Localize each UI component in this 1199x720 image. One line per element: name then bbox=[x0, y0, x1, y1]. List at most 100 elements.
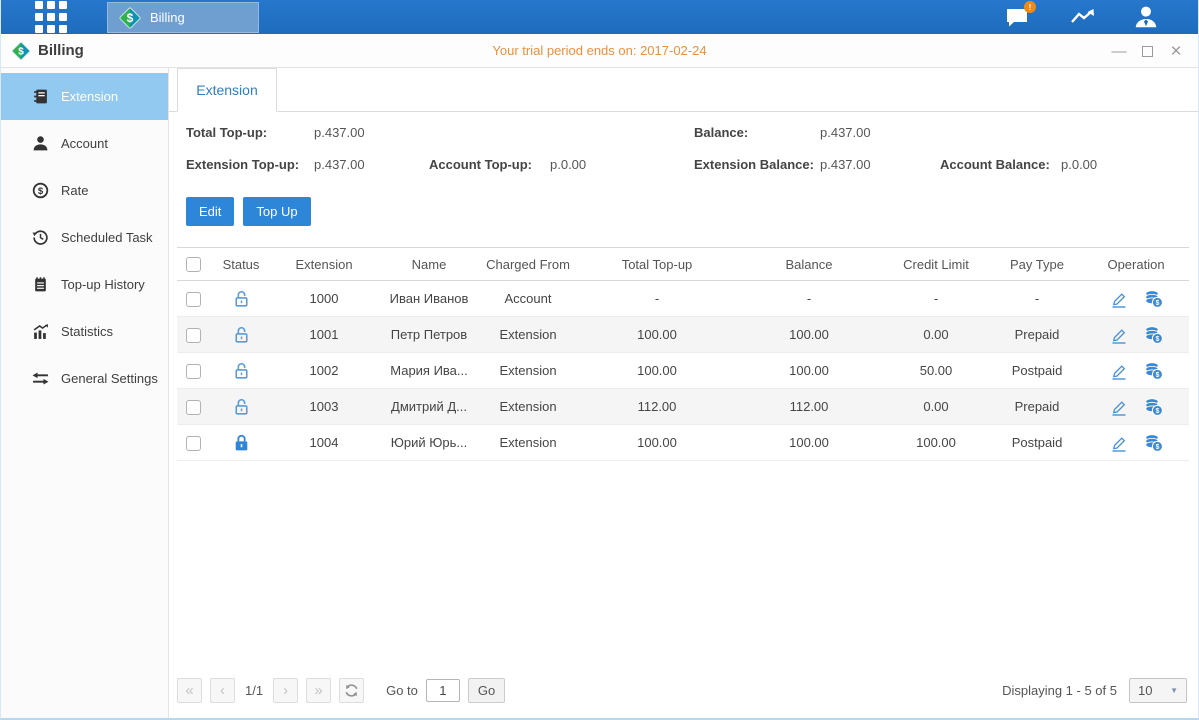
cell-balance: 100.00 bbox=[737, 317, 881, 353]
top-up-row-icon[interactable]: $ bbox=[1144, 325, 1163, 344]
row-checkbox[interactable] bbox=[186, 436, 201, 451]
top-up-row-icon[interactable]: $ bbox=[1144, 361, 1163, 380]
tab-extension[interactable]: Extension bbox=[177, 68, 277, 112]
row-checkbox[interactable] bbox=[186, 364, 201, 379]
pagination-bar: « ‹ 1/1 › » Go to Go bbox=[177, 667, 1187, 713]
sidebar-item-top-up-history[interactable]: Top-up History bbox=[1, 261, 168, 308]
displaying-info: Displaying 1 - 5 of 5 bbox=[1002, 683, 1117, 698]
maximize-button[interactable] bbox=[1142, 46, 1153, 57]
sidebar-item-label: Top-up History bbox=[61, 277, 145, 292]
cell-charged-from: Account bbox=[479, 281, 577, 317]
refresh-button[interactable] bbox=[339, 678, 364, 703]
edit-row-icon[interactable] bbox=[1109, 325, 1128, 345]
sidebar: Extension Account $ Rate bbox=[1, 68, 169, 718]
page-size-select[interactable]: 10 ▼ bbox=[1129, 678, 1187, 703]
dollar-circle-icon: $ bbox=[31, 182, 49, 199]
cell-charged-from: Extension bbox=[479, 353, 577, 389]
edit-row-icon[interactable] bbox=[1109, 397, 1128, 417]
notification-badge: ! bbox=[1024, 1, 1036, 13]
cell-credit-limit: 50.00 bbox=[881, 353, 991, 389]
window-titlebar: Your trial period ends on: 2017-02-24 $ … bbox=[1, 34, 1198, 68]
top-up-row-icon[interactable]: $ bbox=[1144, 433, 1163, 452]
lock-status-icon[interactable] bbox=[232, 362, 251, 377]
billing-diamond-icon: $ bbox=[119, 7, 141, 29]
sidebar-item-scheduled-task[interactable]: Scheduled Task bbox=[1, 214, 168, 261]
user-icon[interactable] bbox=[1132, 4, 1160, 30]
top-up-button[interactable]: Top Up bbox=[243, 197, 310, 226]
row-checkbox[interactable] bbox=[186, 292, 201, 307]
extension-top-up-label: Extension Top-up: bbox=[186, 157, 314, 172]
edit-button[interactable]: Edit bbox=[186, 197, 234, 226]
go-button[interactable]: Go bbox=[468, 678, 505, 703]
col-operation: Operation bbox=[1083, 248, 1189, 281]
extension-balance-value: p.437.00 bbox=[820, 157, 940, 172]
cell-name: Юрий Юрь... bbox=[379, 425, 479, 461]
svg-text:$: $ bbox=[1155, 408, 1159, 415]
last-page-button[interactable]: » bbox=[306, 678, 331, 703]
cell-name: Дмитрий Д... bbox=[379, 389, 479, 425]
cell-balance: 100.00 bbox=[737, 425, 881, 461]
sidebar-item-rate[interactable]: $ Rate bbox=[1, 167, 168, 214]
top-up-row-icon[interactable]: $ bbox=[1144, 397, 1163, 416]
table-row: 1004 Юрий Юрь... Extension 100.00 100.00… bbox=[177, 425, 1189, 461]
sidebar-item-label: Account bbox=[61, 136, 108, 151]
window-title-group: $ Billing bbox=[10, 40, 84, 62]
lock-status-icon[interactable] bbox=[232, 290, 251, 305]
first-page-button[interactable]: « bbox=[177, 678, 202, 703]
sidebar-item-extension[interactable]: Extension bbox=[1, 73, 168, 120]
lock-status-icon[interactable] bbox=[232, 434, 251, 449]
sidebar-item-account[interactable]: Account bbox=[1, 120, 168, 167]
cell-extension: 1001 bbox=[269, 317, 379, 353]
action-buttons: Edit Top Up bbox=[186, 197, 1187, 226]
sidebar-item-label: Rate bbox=[61, 183, 88, 198]
line-chart-icon[interactable] bbox=[1068, 4, 1096, 30]
row-checkbox[interactable] bbox=[186, 400, 201, 415]
sidebar-item-label: Extension bbox=[61, 89, 118, 104]
edit-row-icon[interactable] bbox=[1109, 289, 1128, 309]
svg-text:$: $ bbox=[1155, 300, 1159, 307]
sidebar-item-statistics[interactable]: Statistics bbox=[1, 308, 168, 355]
ledger-icon bbox=[31, 88, 49, 105]
row-checkbox[interactable] bbox=[186, 328, 201, 343]
svg-text:$: $ bbox=[1155, 336, 1159, 343]
svg-text:$: $ bbox=[1155, 372, 1159, 379]
tab-bar: Extension bbox=[169, 68, 1198, 112]
cell-credit-limit: - bbox=[881, 281, 991, 317]
account-balance-value: p.0.00 bbox=[1061, 157, 1187, 172]
select-all-checkbox[interactable] bbox=[186, 257, 201, 272]
taskbar-billing-tab[interactable]: $ Billing bbox=[107, 2, 259, 33]
sidebar-item-general-settings[interactable]: General Settings bbox=[1, 355, 168, 402]
cell-charged-from: Extension bbox=[479, 389, 577, 425]
cell-charged-from: Extension bbox=[479, 425, 577, 461]
extension-balance-label: Extension Balance: bbox=[694, 157, 820, 172]
col-pay-type: Pay Type bbox=[991, 248, 1083, 281]
prev-page-button[interactable]: ‹ bbox=[210, 678, 235, 703]
cell-total-top-up: 100.00 bbox=[577, 425, 737, 461]
window-title: Billing bbox=[38, 42, 84, 59]
lock-status-icon[interactable] bbox=[232, 326, 251, 341]
apps-grid-icon[interactable] bbox=[35, 1, 67, 33]
cell-extension: 1002 bbox=[269, 353, 379, 389]
col-extension: Extension bbox=[269, 248, 379, 281]
billing-diamond-icon: $ bbox=[12, 41, 31, 60]
messages-icon[interactable]: ! bbox=[1004, 4, 1032, 30]
col-total-top-up: Total Top-up bbox=[577, 248, 737, 281]
lock-status-icon[interactable] bbox=[232, 398, 251, 413]
edit-row-icon[interactable] bbox=[1109, 361, 1128, 381]
cell-credit-limit: 100.00 bbox=[881, 425, 991, 461]
cell-balance: 100.00 bbox=[737, 353, 881, 389]
col-credit-limit: Credit Limit bbox=[881, 248, 991, 281]
edit-row-icon[interactable] bbox=[1109, 433, 1128, 453]
account-top-up-label: Account Top-up: bbox=[429, 157, 550, 172]
goto-page-input[interactable] bbox=[426, 679, 460, 702]
next-page-button[interactable]: › bbox=[273, 678, 298, 703]
cell-credit-limit: 0.00 bbox=[881, 389, 991, 425]
cell-pay-type: - bbox=[991, 281, 1083, 317]
cell-extension: 1000 bbox=[269, 281, 379, 317]
top-up-row-icon[interactable]: $ bbox=[1144, 289, 1163, 308]
cell-total-top-up: - bbox=[577, 281, 737, 317]
table-row: 1000 Иван Иванов Account - - - - bbox=[177, 281, 1189, 317]
minimize-button[interactable]: — bbox=[1111, 43, 1127, 59]
taskbar: $ Billing ! bbox=[1, 0, 1198, 34]
close-button[interactable]: × bbox=[1168, 43, 1184, 59]
